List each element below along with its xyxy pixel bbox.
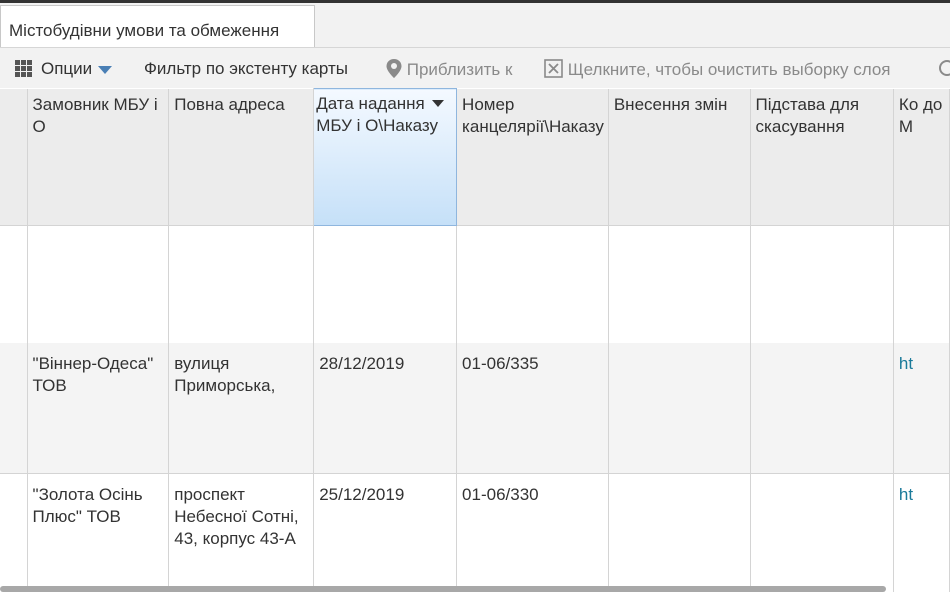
- cell-document-link[interactable]: ht: [893, 343, 950, 473]
- table-row[interactable]: "Золота Осінь Плюс" ТОВ проспект Небесно…: [0, 472, 950, 592]
- cell-changes: [608, 472, 751, 592]
- column-header-customer[interactable]: Замовник МБУ і О: [27, 88, 170, 226]
- row-selector[interactable]: [0, 225, 28, 343]
- cell-reason: [750, 343, 894, 473]
- table-row[interactable]: [0, 225, 950, 343]
- cell-reason: [750, 472, 894, 592]
- chevron-down-icon: [98, 65, 113, 74]
- column-header-date[interactable]: Дата надання МБУ і О\Наказу: [313, 88, 458, 226]
- tab-bar: Містобудівни умови та обмеження: [0, 3, 950, 48]
- column-header-reason[interactable]: Підстава для скасування: [750, 88, 894, 226]
- clear-selection-icon: [544, 59, 563, 78]
- cell-date: 28/12/2019: [313, 343, 458, 473]
- cell-address: [168, 225, 315, 343]
- zoom-to-label: Приблизить к: [406, 60, 513, 79]
- row-selector-header[interactable]: [0, 88, 28, 226]
- cell-address: проспект Небесної Сотні, 43, корпус 43-А: [168, 472, 315, 592]
- cell-date: [313, 225, 458, 343]
- column-header-date-label: Дата надання МБУ і О\Наказу: [316, 94, 438, 135]
- column-header-address[interactable]: Повна адреса: [168, 88, 315, 226]
- options-button[interactable]: Опции: [41, 59, 113, 79]
- options-label: Опции: [41, 59, 93, 78]
- tab-layer-table[interactable]: Містобудівни умови та обмеження: [0, 5, 315, 48]
- cell-reason: [750, 225, 894, 343]
- filter-by-extent-button[interactable]: Фильтр по экстенту карты: [144, 59, 348, 79]
- cell-changes: [608, 343, 751, 473]
- more-icon[interactable]: [938, 59, 950, 82]
- clear-selection-label: Щелкните, чтобы очистить выборку слоя: [567, 60, 891, 79]
- map-pin-icon: [386, 59, 402, 78]
- cell-document-link: [893, 225, 950, 343]
- cell-number: [456, 225, 609, 343]
- cell-number: 01-06/335: [456, 343, 609, 473]
- cell-address: вулиця Приморська,: [168, 343, 315, 473]
- table-toolbar: Опции Фильтр по экстенту карты Приблизит…: [0, 47, 950, 88]
- sort-descending-icon[interactable]: [432, 100, 445, 107]
- cell-date: 25/12/2019: [313, 472, 458, 592]
- column-header-number[interactable]: Номер канцелярії\Наказу: [456, 88, 609, 226]
- row-selector[interactable]: [0, 472, 28, 592]
- zoom-to-button[interactable]: Приблизить к: [386, 59, 512, 80]
- cell-number: 01-06/330: [456, 472, 609, 592]
- attribute-table: Замовник МБУ і О Повна адреса Дата надан…: [0, 88, 950, 592]
- cell-customer: [27, 225, 170, 343]
- clear-selection-button[interactable]: Щелкните, чтобы очистить выборку слоя: [544, 59, 891, 80]
- cell-document-link[interactable]: ht: [893, 472, 950, 592]
- column-header-document[interactable]: Ко до М: [893, 88, 950, 226]
- horizontal-scrollbar[interactable]: [0, 586, 886, 592]
- table-row[interactable]: "Віннер-Одеса" ТОВ вулиця Приморська, 28…: [0, 343, 950, 473]
- header-row: Замовник МБУ і О Повна адреса Дата надан…: [0, 88, 950, 226]
- cell-changes: [608, 225, 751, 343]
- row-selector[interactable]: [0, 343, 28, 473]
- cell-customer: "Віннер-Одеса" ТОВ: [27, 343, 170, 473]
- column-header-changes[interactable]: Внесення змін: [608, 88, 751, 226]
- grid-icon[interactable]: [15, 60, 33, 78]
- cell-customer: "Золота Осінь Плюс" ТОВ: [27, 472, 170, 592]
